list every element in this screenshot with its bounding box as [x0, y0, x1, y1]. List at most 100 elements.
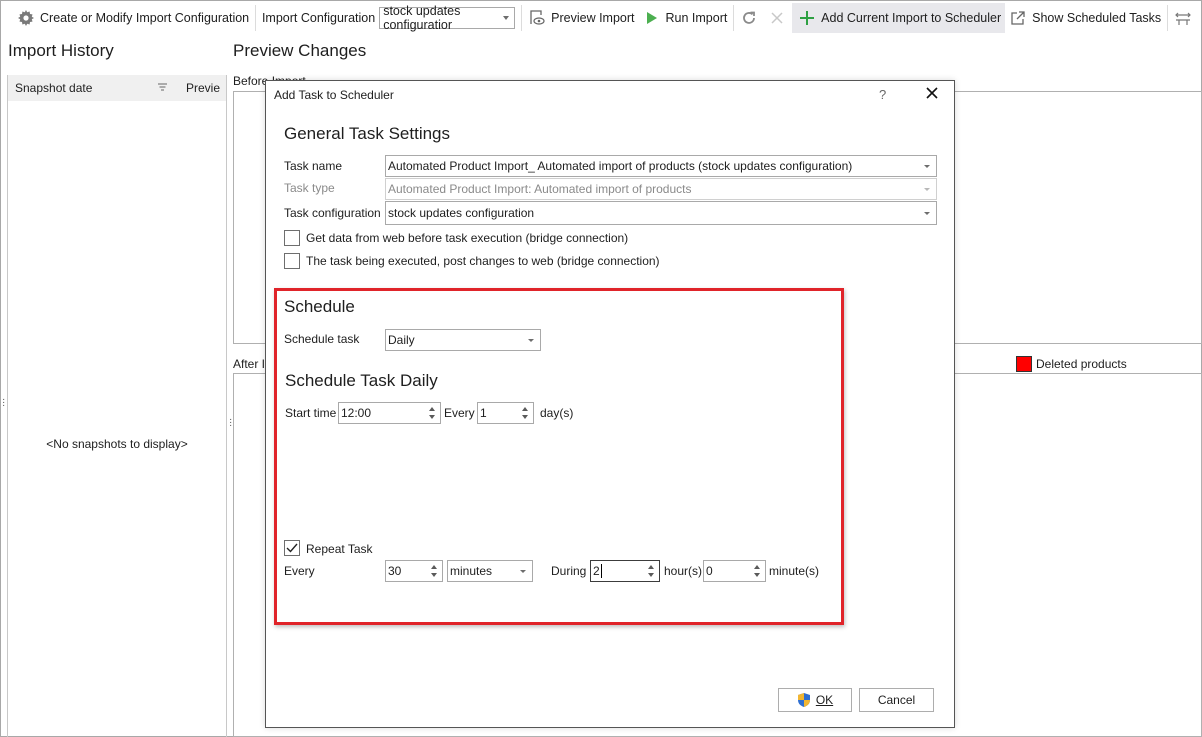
repeat-every-value: 30	[388, 564, 402, 578]
play-icon	[643, 9, 661, 27]
spinner-arrows-icon[interactable]	[428, 406, 436, 420]
import-config-value: stock updates configuratior	[383, 3, 461, 32]
import-config-dropdown[interactable]: stock updates configuratior	[379, 3, 516, 32]
spinner-arrows-icon[interactable]	[521, 406, 529, 420]
import-history-grid: Snapshot date Previe <No snapshots to di…	[7, 75, 227, 737]
toolbar-separator	[1167, 4, 1168, 31]
toolbar-separator	[733, 4, 735, 31]
during-minutes-value: 0	[706, 564, 713, 578]
right-splitter-handle[interactable]: · · ·	[229, 415, 232, 431]
post-changes-checkbox[interactable]	[284, 253, 300, 269]
left-splitter-handle[interactable]: · · ·	[2, 395, 5, 411]
toolbar-customize-button[interactable]	[1170, 3, 1201, 33]
close-button[interactable]	[923, 85, 941, 103]
during-hours-value: 2	[593, 564, 600, 578]
column-snapshot-date[interactable]: Snapshot date	[8, 81, 158, 95]
preview-import-button[interactable]: Preview Import	[524, 3, 638, 33]
create-modify-label: Create or Modify Import Configuration	[40, 10, 250, 25]
toolbar: Create or Modify Import Configuration Im…	[1, 1, 1201, 34]
gear-icon	[17, 9, 35, 27]
during-label: During	[551, 564, 587, 578]
repeat-every-label: Every	[284, 564, 315, 578]
ok-button[interactable]: OK	[778, 688, 852, 712]
repeat-unit-dropdown[interactable]: minutes	[447, 560, 533, 582]
text-caret	[600, 564, 602, 578]
repeat-every-spinner[interactable]: 30	[385, 560, 443, 582]
close-icon	[926, 87, 938, 99]
every-days-unit: day(s)	[540, 406, 574, 420]
add-task-dialog: Add Task to Scheduler ? General Task Set…	[265, 80, 955, 728]
ok-label: OK	[815, 693, 834, 707]
chevron-down-icon	[924, 212, 930, 215]
after-import-label: After I	[233, 357, 266, 371]
cancel-import-button[interactable]	[764, 3, 792, 33]
customize-icon	[1174, 9, 1192, 27]
refresh-icon	[740, 9, 758, 27]
during-hours-spinner[interactable]: 2	[590, 560, 660, 582]
get-data-checkbox-label: Get data from web before task execution …	[306, 231, 629, 245]
external-link-icon	[1009, 9, 1027, 27]
post-changes-checkbox-label: The task being executed, post changes to…	[306, 254, 660, 268]
run-import-label: Run Import	[665, 10, 728, 25]
show-scheduled-tasks-button[interactable]: Show Scheduled Tasks	[1005, 3, 1165, 33]
schedule-task-label: Schedule task	[284, 332, 360, 346]
task-config-label: Task configuration	[284, 206, 381, 220]
deleted-products-legend: Deleted products	[1036, 357, 1127, 371]
general-settings-heading: General Task Settings	[284, 124, 450, 143]
repeat-unit-value: minutes	[450, 564, 493, 578]
task-name-value: Automated Product Import_ Automated impo…	[388, 159, 853, 173]
spinner-arrows-icon[interactable]	[647, 564, 655, 578]
chevron-down-icon	[520, 570, 526, 573]
checkmark-icon	[286, 543, 298, 553]
start-time-value: 12:00	[341, 406, 372, 420]
toolbar-separator	[521, 4, 523, 31]
task-config-value: stock updates configuration	[388, 206, 535, 220]
sort-icon[interactable]	[158, 82, 182, 94]
chevron-down-icon	[503, 15, 510, 20]
task-type-value: Automated Product Import: Automated impo…	[388, 182, 692, 196]
dialog-title: Add Task to Scheduler	[274, 88, 394, 102]
cancel-label: Cancel	[877, 693, 916, 707]
spinner-arrows-icon[interactable]	[753, 564, 761, 578]
add-to-scheduler-button[interactable]: Add Current Import to Scheduler	[792, 2, 1006, 33]
column-preview[interactable]: Previe	[182, 81, 220, 95]
start-time-label: Start time	[285, 406, 337, 420]
close-icon	[768, 9, 786, 27]
every-days-spinner[interactable]: 1	[477, 402, 534, 424]
repeat-task-checkbox[interactable]	[284, 540, 300, 556]
chevron-down-icon	[528, 339, 534, 342]
import-config-label: Import Configuration	[261, 10, 376, 25]
grid-header: Snapshot date Previe	[8, 75, 226, 101]
preview-icon	[528, 9, 546, 27]
task-type-dropdown: Automated Product Import: Automated impo…	[385, 178, 937, 200]
toolbar-separator	[255, 4, 256, 31]
preview-import-label: Preview Import	[551, 10, 635, 25]
add-to-scheduler-label: Add Current Import to Scheduler	[821, 10, 1002, 25]
shield-icon	[797, 692, 811, 708]
chevron-down-icon	[924, 165, 930, 168]
task-type-label: Task type	[284, 181, 335, 195]
preview-changes-title: Preview Changes	[233, 41, 367, 60]
schedule-task-dropdown[interactable]: Daily	[385, 329, 541, 351]
show-scheduled-label: Show Scheduled Tasks	[1032, 10, 1162, 25]
task-name-dropdown[interactable]: Automated Product Import_ Automated impo…	[385, 155, 937, 177]
run-import-button[interactable]: Run Import	[639, 3, 732, 33]
during-minutes-spinner[interactable]: 0	[703, 560, 766, 582]
task-config-dropdown[interactable]: stock updates configuration	[385, 201, 937, 225]
import-history-title: Import History	[8, 41, 114, 60]
spinner-arrows-icon[interactable]	[430, 564, 438, 578]
get-data-checkbox[interactable]	[284, 230, 300, 246]
every-days-label: Every	[444, 406, 475, 420]
help-button[interactable]: ?	[879, 87, 886, 102]
every-days-value: 1	[480, 406, 487, 420]
refresh-button[interactable]	[736, 3, 764, 33]
plus-icon	[798, 9, 816, 27]
repeat-task-label: Repeat Task	[306, 542, 373, 556]
start-time-spinner[interactable]: 12:00	[338, 402, 441, 424]
task-name-label: Task name	[284, 159, 343, 173]
chevron-down-icon	[924, 188, 930, 191]
create-modify-config-button[interactable]: Create or Modify Import Configuration	[13, 3, 253, 33]
deleted-products-swatch	[1016, 356, 1032, 372]
schedule-task-value: Daily	[388, 333, 415, 347]
cancel-button[interactable]: Cancel	[859, 688, 934, 712]
